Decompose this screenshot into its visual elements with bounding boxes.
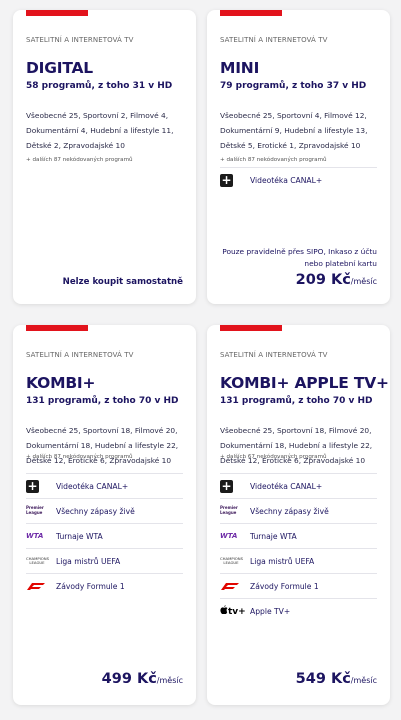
plus-icon: + [26, 478, 39, 493]
price-unit: /měsíc [350, 277, 377, 286]
accent-bar [220, 325, 282, 331]
feature-row-apple-tv: tv+ Apple TV+ [220, 598, 377, 623]
package-name: DIGITAL [26, 59, 93, 77]
premier-league-logo: Premier League [220, 505, 238, 515]
feature-label: Turnaje WTA [56, 531, 103, 541]
champions-league-logo: CHAMPIONS LEAGUE [26, 556, 50, 565]
apple-tv-text: tv+ [228, 607, 246, 617]
package-name: MINI [220, 59, 260, 77]
feature-label: Apple TV+ [250, 606, 291, 616]
feature-label: Všechny zápasy živě [250, 506, 329, 516]
package-category: SATELITNÍ A INTERNETOVÁ TV [220, 36, 328, 44]
package-name: KOMBI+ [26, 374, 96, 392]
feature-row-wta: WTA Turnaje WTA [26, 523, 183, 548]
feature-label: Závody Formule 1 [56, 581, 125, 591]
payment-note: Pouze pravidelně přes SIPO, Inkaso z účt… [222, 247, 377, 268]
feature-row-champions-league: CHAMPIONS LEAGUE Liga mistrů UEFA [220, 548, 377, 573]
price-unit: /měsíc [156, 676, 183, 685]
wta-logo: WTA [26, 532, 44, 540]
feature-row-f1: Závody Formule 1 [26, 573, 183, 598]
champions-league-logo: CHAMPIONS LEAGUE [220, 556, 244, 565]
price-value: 549 Kč [295, 671, 351, 687]
accent-bar [26, 10, 88, 16]
price-value: 499 Kč [101, 671, 157, 687]
feature-label: Videotéka CANAL+ [250, 481, 323, 491]
package-description: Všeobecné 25, Sportovní 4, Filmové 12, D… [220, 111, 368, 150]
package-programs: 131 programů, z toho 70 v HD [220, 396, 373, 406]
wta-logo: WTA [220, 532, 238, 540]
feature-label: Videotéka CANAL+ [250, 175, 323, 185]
price: 499 Kč/měsíc [102, 671, 183, 687]
feature-label: Turnaje WTA [250, 531, 297, 541]
apple-tv-logo: tv+ [220, 605, 246, 617]
feature-label: Liga mistrů UEFA [250, 556, 315, 566]
package-description: Všeobecné 25, Sportovní 18, Filmové 20, … [220, 426, 373, 465]
package-programs: 58 programů, z toho 31 v HD [26, 81, 173, 91]
apple-icon [220, 605, 228, 615]
package-card-kombi-apple-tv[interactable]: SATELITNÍ A INTERNETOVÁ TV KOMBI+ APPLE … [207, 325, 390, 705]
plus-icon: + [220, 478, 233, 493]
f1-logo [27, 583, 45, 590]
feature-row-champions-league: CHAMPIONS LEAGUE Liga mistrů UEFA [26, 548, 183, 573]
feature-label: Všechny zápasy živě [56, 506, 135, 516]
feature-row-wta: WTA Turnaje WTA [220, 523, 377, 548]
extra-programs: + dalších 87 nekódovaných programů [220, 157, 327, 163]
feature-row-premier-league: Premier League Všechny zápasy živě [220, 498, 377, 523]
accent-bar [220, 10, 282, 16]
package-programs: 131 programů, z toho 70 v HD [26, 396, 179, 406]
package-card-kombi[interactable]: SATELITNÍ A INTERNETOVÁ TV KOMBI+ 131 pr… [13, 325, 196, 705]
premier-league-logo: Premier League [26, 505, 44, 515]
package-description: Všeobecné 25, Sportovní 18, Filmové 20, … [26, 426, 179, 465]
plus-icon: + [220, 172, 233, 187]
price-value: 209 Kč [295, 272, 351, 288]
package-category: SATELITNÍ A INTERNETOVÁ TV [220, 351, 328, 359]
package-card-digital[interactable]: SATELITNÍ A INTERNETOVÁ TV DIGITAL 58 pr… [13, 10, 196, 304]
feature-row-canal-plus: + Videotéka CANAL+ [220, 473, 377, 498]
package-category: SATELITNÍ A INTERNETOVÁ TV [26, 36, 134, 44]
accent-bar [26, 325, 88, 331]
f1-logo [221, 583, 239, 590]
package-card-mini[interactable]: SATELITNÍ A INTERNETOVÁ TV MINI 79 progr… [207, 10, 390, 304]
price-unit: /měsíc [350, 676, 377, 685]
feature-label: Videotéka CANAL+ [56, 481, 129, 491]
price: 549 Kč/měsíc [296, 671, 377, 687]
feature-row-f1: Závody Formule 1 [220, 573, 377, 598]
feature-label: Liga mistrů UEFA [56, 556, 121, 566]
package-category: SATELITNÍ A INTERNETOVÁ TV [26, 351, 134, 359]
price: 209 Kč/měsíc [296, 272, 377, 288]
package-name: KOMBI+ APPLE TV+ [220, 374, 389, 392]
feature-row-premier-league: Premier League Všechny zápasy živě [26, 498, 183, 523]
extra-programs: + dalších 87 nekódovaných programů [26, 454, 133, 460]
extra-programs: + dalších 87 nekódovaných programů [26, 157, 133, 163]
feature-row-canal-plus: + Videotéka CANAL+ [220, 167, 377, 192]
package-programs: 79 programů, z toho 37 v HD [220, 81, 367, 91]
feature-row-canal-plus: + Videotéka CANAL+ [26, 473, 183, 498]
extra-programs: + dalších 67 nekódovaných programů [220, 454, 327, 460]
feature-label: Závody Formule 1 [250, 581, 319, 591]
cannot-buy-label: Nelze koupit samostatně [62, 277, 183, 287]
package-description: Všeobecné 25, Sportovní 2, Filmové 4, Do… [26, 111, 174, 150]
